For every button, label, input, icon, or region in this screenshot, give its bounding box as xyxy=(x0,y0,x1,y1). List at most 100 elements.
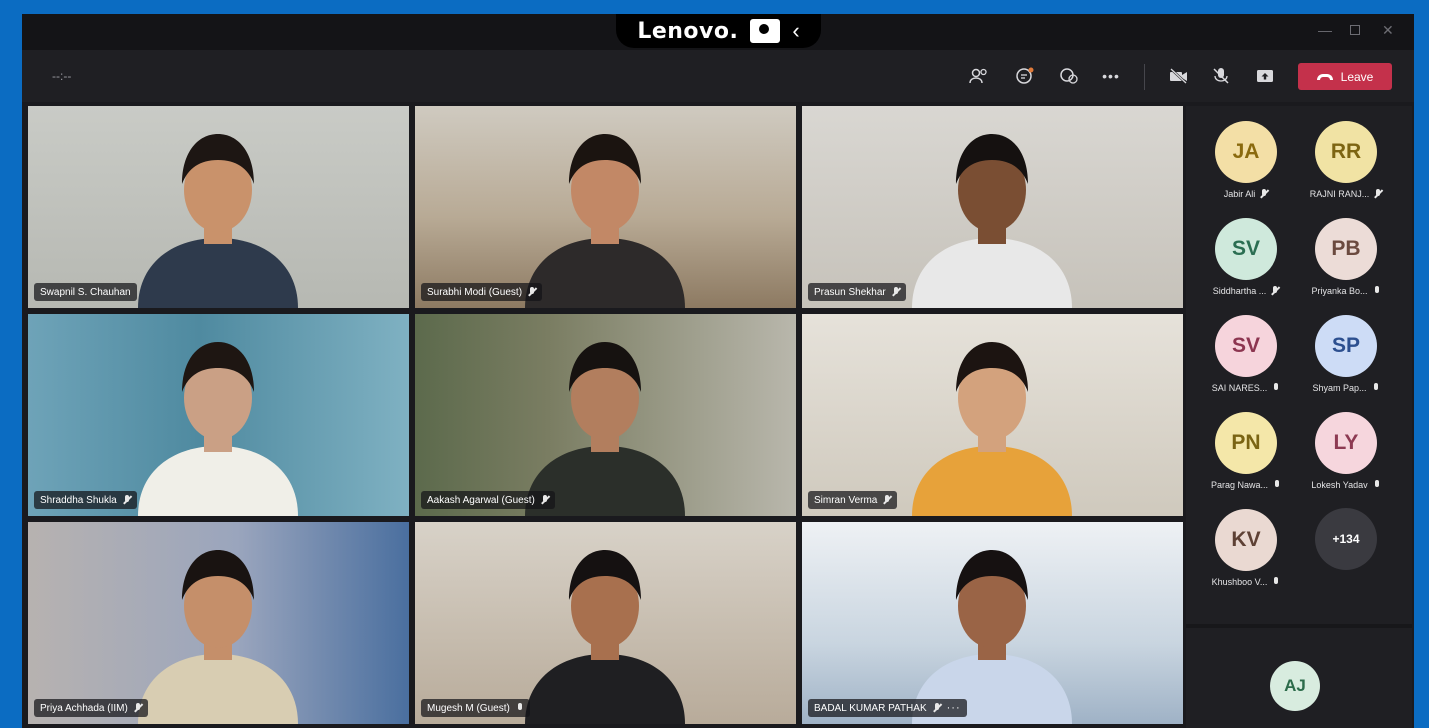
more-participants[interactable]: +134 xyxy=(1296,508,1396,570)
participant-item[interactable]: SP Shyam Pap... xyxy=(1296,315,1396,393)
mic-muted-icon xyxy=(541,495,549,505)
participant-nameplate: Priya Achhada (IIM) xyxy=(34,699,148,717)
mic-muted-icon xyxy=(883,495,891,505)
participant-label: SAI NARES... xyxy=(1196,383,1296,393)
video-tile[interactable]: Simran Verma xyxy=(802,314,1183,516)
participant-name: Priya Achhada (IIM) xyxy=(40,702,128,714)
active-speaker-avatar: AJ xyxy=(1270,661,1320,711)
camera-privacy-icon[interactable] xyxy=(750,19,781,43)
lenovo-camera-bar: Lenovo. ‹ xyxy=(616,14,821,48)
participant-name: Aakash Agarwal (Guest) xyxy=(427,494,535,506)
participant-silhouette xyxy=(138,342,298,516)
participant-name: RAJNI RANJ... xyxy=(1309,189,1370,199)
participant-silhouette xyxy=(912,134,1072,308)
mic-muted-icon xyxy=(1260,189,1268,199)
participant-name: Shraddha Shukla xyxy=(40,494,117,506)
participant-nameplate: Swapnil S. Chauhan xyxy=(34,283,137,301)
participant-label: Siddhartha ... xyxy=(1196,286,1296,296)
tile-more-options-icon[interactable]: ··· xyxy=(947,702,961,714)
video-feed xyxy=(415,106,796,308)
participant-name: Surabhi Modi (Guest) xyxy=(427,286,523,298)
participant-name: Khushboo V... xyxy=(1211,577,1268,587)
avatar: PB xyxy=(1315,218,1377,280)
reactions-icon[interactable] xyxy=(1058,66,1080,86)
participant-item[interactable]: PB Priyanka Bo... xyxy=(1296,218,1396,296)
chat-icon[interactable] xyxy=(1014,66,1036,86)
participant-silhouette xyxy=(138,550,298,724)
participant-label: Shyam Pap... xyxy=(1296,383,1396,393)
participant-silhouette xyxy=(912,342,1072,516)
mic-muted-icon xyxy=(1374,189,1382,199)
video-tile[interactable]: Surabhi Modi (Guest) xyxy=(415,106,796,308)
maximize-icon[interactable] xyxy=(1350,25,1360,35)
participant-item[interactable]: JA Jabir Ali xyxy=(1196,121,1296,199)
avatar: SV xyxy=(1215,218,1277,280)
participant-nameplate: Simran Verma xyxy=(808,491,898,509)
avatar: SP xyxy=(1315,315,1377,377)
video-tile[interactable]: Swapnil S. Chauhan xyxy=(28,106,409,308)
mic-icon xyxy=(1272,383,1280,393)
participant-item[interactable]: SV Siddhartha ... xyxy=(1196,218,1296,296)
avatar: LY xyxy=(1315,412,1377,474)
participant-name: SAI NARES... xyxy=(1211,383,1268,393)
avatar: SV xyxy=(1215,315,1277,377)
mic-icon xyxy=(516,703,524,713)
video-tile[interactable]: Mugesh M (Guest) xyxy=(415,522,796,724)
participant-silhouette xyxy=(525,134,685,308)
participant-label: Priyanka Bo... xyxy=(1296,286,1396,296)
video-feed xyxy=(415,314,796,516)
video-tile[interactable]: Shraddha Shukla xyxy=(28,314,409,516)
minimize-icon[interactable]: — xyxy=(1318,22,1332,38)
avatar: PN xyxy=(1215,412,1277,474)
more-actions-icon[interactable]: ••• xyxy=(1100,66,1122,86)
participant-name: Priyanka Bo... xyxy=(1311,286,1368,296)
share-screen-icon[interactable] xyxy=(1254,66,1276,86)
participant-name: Parag Nawa... xyxy=(1210,480,1269,490)
participant-name: Simran Verma xyxy=(814,494,878,506)
participant-nameplate: Prasun Shekhar xyxy=(808,283,906,301)
video-feed xyxy=(28,314,409,516)
video-feed xyxy=(802,106,1183,308)
mic-off-icon[interactable] xyxy=(1210,66,1232,86)
panel-divider xyxy=(1186,624,1412,628)
video-feed xyxy=(802,314,1183,516)
participant-nameplate: Shraddha Shukla xyxy=(34,491,137,509)
participant-label: Lokesh Yadav xyxy=(1296,480,1396,490)
mic-icon xyxy=(1372,383,1380,393)
participant-nameplate: BADAL KUMAR PATHAK ··· xyxy=(808,699,967,717)
participant-item[interactable]: PN Parag Nawa... xyxy=(1196,412,1296,490)
video-tile[interactable]: Priya Achhada (IIM) xyxy=(28,522,409,724)
participant-nameplate: Aakash Agarwal (Guest) xyxy=(421,491,555,509)
video-tile[interactable]: Prasun Shekhar xyxy=(802,106,1183,308)
mic-icon xyxy=(1373,480,1381,490)
video-feed xyxy=(802,522,1183,724)
participant-silhouette xyxy=(138,134,298,308)
avatar: RR xyxy=(1315,121,1377,183)
mic-muted-icon xyxy=(123,495,131,505)
avatar: KV xyxy=(1215,509,1277,571)
participant-nameplate: Surabhi Modi (Guest) xyxy=(421,283,543,301)
camera-off-icon[interactable] xyxy=(1168,66,1190,86)
people-icon[interactable] xyxy=(968,66,990,86)
participant-item[interactable]: SV SAI NARES... xyxy=(1196,315,1296,393)
participant-name: Siddhartha ... xyxy=(1212,286,1267,296)
participant-name: Mugesh M (Guest) xyxy=(427,702,510,714)
participant-item[interactable]: RR RAJNI RANJ... xyxy=(1296,121,1396,199)
overflow-count-badge[interactable]: +134 xyxy=(1315,508,1377,570)
video-tile[interactable]: BADAL KUMAR PATHAK ··· xyxy=(802,522,1183,724)
video-tile[interactable]: Aakash Agarwal (Guest) xyxy=(415,314,796,516)
video-feed xyxy=(28,522,409,724)
mic-muted-icon xyxy=(933,703,941,713)
participant-silhouette xyxy=(912,550,1072,724)
close-icon[interactable]: ✕ xyxy=(1382,22,1394,39)
participant-name: Swapnil S. Chauhan xyxy=(40,286,131,298)
participant-item[interactable]: LY Lokesh Yadav xyxy=(1296,412,1396,490)
brand-logo: Lenovo. xyxy=(637,18,739,44)
toolbar-divider xyxy=(1144,64,1145,90)
participant-name: Jabir Ali xyxy=(1223,189,1256,199)
video-feed xyxy=(415,522,796,724)
leave-button[interactable]: Leave xyxy=(1298,63,1392,90)
participant-name: BADAL KUMAR PATHAK xyxy=(814,702,927,714)
chevron-left-icon[interactable]: ‹ xyxy=(792,20,799,42)
participant-item[interactable]: KV Khushboo V... xyxy=(1196,509,1296,587)
